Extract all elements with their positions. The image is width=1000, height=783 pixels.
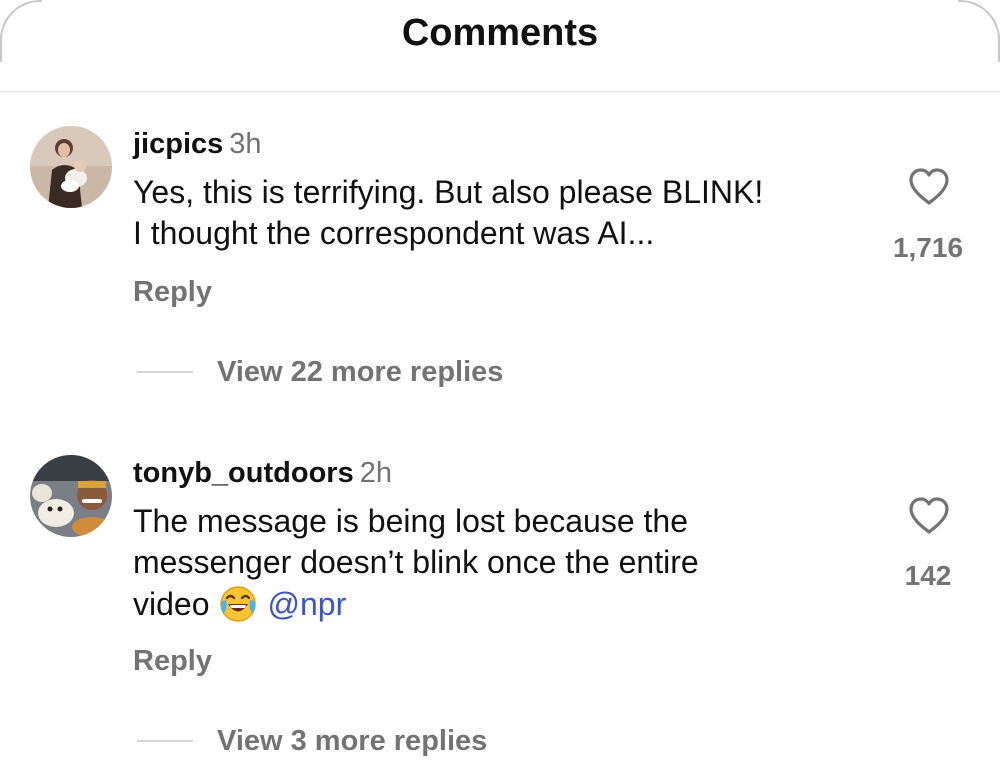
avatar[interactable] [30, 455, 112, 537]
mention-link[interactable]: @npr [268, 586, 347, 622]
view-replies-button[interactable]: View 3 more replies [137, 721, 487, 761]
comment-time: 3h [229, 128, 262, 160]
comment-text: Yes, this is terrifying. But also please… [133, 172, 873, 254]
view-replies-label: View 22 more replies [217, 355, 504, 388]
like-count: 1,716 [892, 232, 964, 263]
comments-sheet: Comments jicpics 3h Yes, this is terrifyi… [0, 0, 1000, 783]
comment-text-line-last: video @npr [133, 583, 873, 625]
reply-button[interactable]: Reply [133, 276, 212, 309]
comment-meta: tonyb_outdoors 2h [133, 455, 392, 491]
comment-time: 2h [359, 457, 392, 489]
comment-username[interactable]: tonyb_outdoors [133, 457, 354, 489]
replies-divider [137, 740, 193, 742]
comment-text-line: The message is being lost because the [133, 503, 688, 539]
view-replies-label: View 3 more replies [217, 724, 488, 757]
comments-header: Comments [0, 0, 1000, 92]
comment-text-fragment: video [133, 586, 210, 622]
reply-button[interactable]: Reply [133, 645, 212, 678]
comment-username[interactable]: jicpics [133, 128, 223, 160]
comment-text-line: Yes, this is terrifying. But also please… [133, 174, 764, 210]
page-title: Comments [401, 12, 599, 54]
comment-text-line: messenger doesn’t blink once the entire [133, 544, 699, 580]
laughing-emoji-icon [219, 586, 256, 622]
comment-text-line: I thought the correspondent was AI... [133, 215, 655, 251]
avatar[interactable] [30, 126, 112, 208]
heart-icon[interactable] [907, 166, 951, 206]
heart-icon[interactable] [907, 495, 951, 535]
view-replies-button[interactable]: View 22 more replies [137, 352, 503, 392]
comment-meta: jicpics 3h [133, 126, 262, 162]
comment-text: The message is being lost because the me… [133, 501, 873, 625]
like-count: 142 [904, 560, 952, 591]
replies-divider [137, 371, 193, 373]
